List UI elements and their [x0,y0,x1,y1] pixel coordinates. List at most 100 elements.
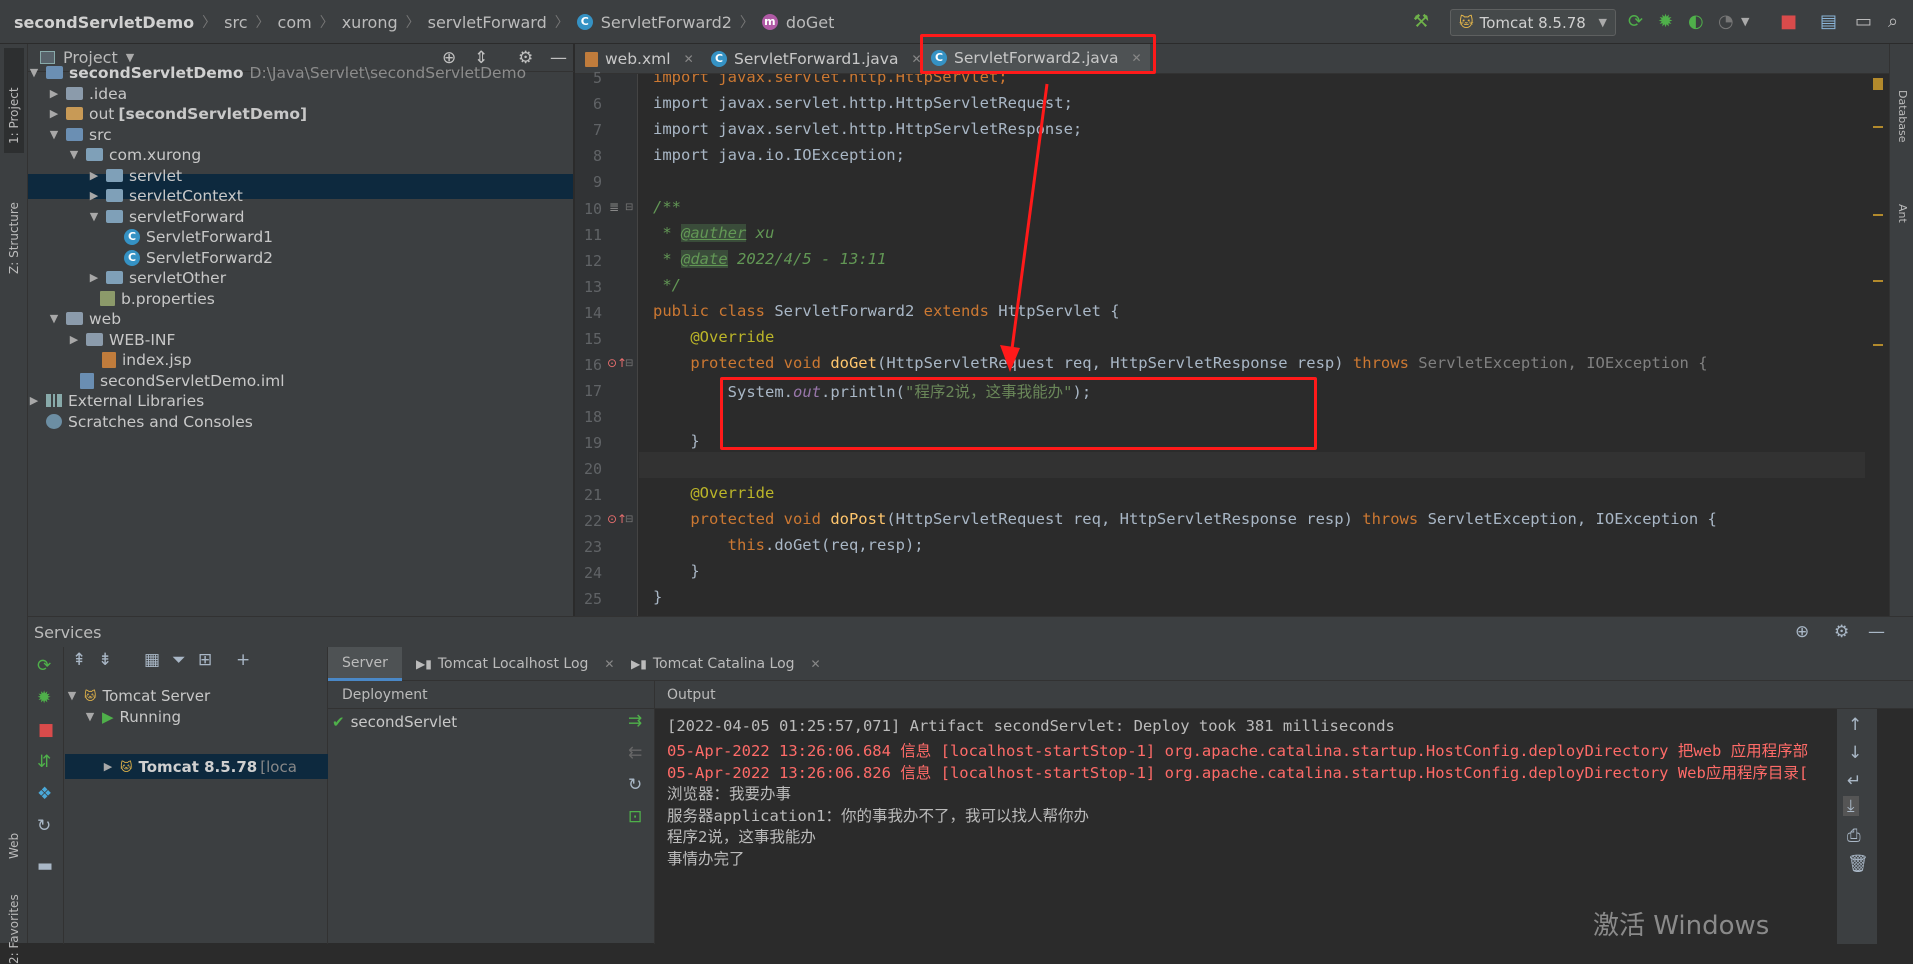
warning-marker[interactable] [1873,344,1883,346]
collapsed-arrow-icon[interactable]: ▶ [48,107,60,120]
down-arrow-icon[interactable]: ↓ [1848,743,1862,763]
deployment-item[interactable]: ✔ secondServlet [332,709,457,734]
collapsed-arrow-icon[interactable]: ▶ [48,87,60,100]
activation-watermark: 激活 Windows [1593,911,1770,941]
code-editor[interactable]: import javax.servlet.http.HttpServlet; i… [639,74,1865,616]
trash-icon[interactable]: 🗑 [1847,854,1869,874]
project-structure-icon[interactable]: ▤ [1820,12,1837,32]
minimize-icon[interactable]: — [550,48,567,68]
breadcrumb-xurong[interactable]: xurong [342,13,398,32]
refresh-icon[interactable]: ↻ [37,816,51,836]
add-service-icon[interactable]: + [236,650,250,670]
layout-icon[interactable]: ▬ [37,856,53,876]
warning-indicator-icon[interactable] [1873,78,1883,90]
class-icon: C [124,228,140,245]
project-tool-label[interactable]: 1: Project [7,87,21,144]
rerun-icon[interactable]: ⟳ [1628,12,1643,32]
close-icon[interactable]: ✕ [811,657,821,671]
root-path: D:\Java\Servlet\secondServletDemo [249,63,527,82]
favorites-tool-label[interactable]: 2: Favorites [7,894,21,964]
artifact-icon[interactable]: ❖ [37,784,52,804]
tree-node-scratches[interactable]: Scratches and Consoles [46,409,253,434]
expanded-arrow-icon[interactable]: ▼ [48,128,60,141]
line-number: 23 [583,538,602,556]
tree-node-tomcat-instance[interactable]: ▶ 🐱 Tomcat 8.5.78 [loca [102,754,297,779]
editor-error-stripe[interactable] [1865,74,1889,616]
refresh-icon[interactable]: ↻ [628,775,642,795]
profile-icon[interactable]: ◔ [1718,12,1734,32]
hammer-build-icon[interactable]: ⚒ [1413,12,1429,32]
deploy-all-icon[interactable]: ⇉ [628,711,642,731]
collapsed-arrow-icon[interactable]: ▶ [88,189,100,202]
deployment-item-label: secondServlet [350,712,458,731]
debug-icon[interactable]: ✹ [37,688,51,708]
database-tool-label[interactable]: Database [1896,90,1909,174]
breadcrumb-class[interactable]: ServletForward2 [601,13,732,32]
documentation-icon[interactable]: ≣ [609,200,619,214]
new-tab-icon[interactable]: ⊞ [198,650,212,670]
breadcrumb-method[interactable]: doGet [786,13,834,32]
tab-tomcat-localhost-log[interactable]: ▶▮ Tomcat Localhost Log ✕ [416,647,614,681]
deploy-new-icon[interactable]: ⊡ [628,807,642,827]
collapsed-arrow-icon[interactable]: ▶ [28,394,40,407]
rerun-icon[interactable]: ⟳ [37,656,51,676]
tab-tomcat-catalina-log[interactable]: ▶▮ Tomcat Catalina Log ✕ [631,647,821,681]
collapsed-arrow-icon[interactable]: ▶ [68,333,80,346]
fold-icon[interactable]: ⊟ [625,358,633,369]
soft-wrap-icon[interactable]: ↵ [1847,771,1861,791]
more-run-dropdown-icon[interactable]: ▼ [1741,12,1749,32]
code-line-25: } [653,588,662,606]
expanded-arrow-icon[interactable]: ▼ [48,312,60,325]
breadcrumb-project[interactable]: secondServletDemo [14,13,194,32]
coverage-icon[interactable]: ◐ [1688,12,1704,32]
close-icon[interactable]: ✕ [684,52,694,66]
breadcrumb-com[interactable]: com [278,13,312,32]
search-everywhere-icon[interactable]: ⌕ [1888,12,1898,32]
group-by-icon[interactable]: ▦ [144,650,160,670]
stop-icon[interactable]: ■ [38,720,54,740]
stop-icon[interactable]: ■ [1780,12,1797,32]
up-arrow-icon[interactable]: ↑ [1848,715,1862,735]
expanded-arrow-icon[interactable]: ▼ [84,710,96,723]
run-configuration-select[interactable]: 🐱 Tomcat 8.5.78 ▼ [1450,9,1616,36]
line-number: 20 [583,460,602,478]
warning-marker[interactable] [1873,126,1883,128]
minimize-icon[interactable]: — [1868,622,1885,642]
tab-servletforward1[interactable]: C ServletForward1.java ✕ [703,44,930,74]
web-tool-label[interactable]: Web [7,833,21,859]
tab-server[interactable]: Server [328,647,402,681]
tree-label: com.xurong [109,145,202,164]
breadcrumb-src[interactable]: src [224,13,247,32]
close-icon[interactable]: ✕ [604,657,614,671]
fold-icon[interactable]: ⊟ [625,202,633,213]
code-text: * [653,250,681,268]
structure-tool-label[interactable]: Z: Structure [7,202,21,274]
expanded-arrow-icon[interactable]: ▼ [66,689,78,702]
collapsed-arrow-icon[interactable]: ▶ [88,169,100,182]
fold-icon[interactable]: ⊟ [625,514,633,525]
presentation-icon[interactable]: ▭ [1855,12,1872,32]
expanded-arrow-icon[interactable]: ▼ [68,148,80,161]
filter-icon[interactable]: ⏷ [172,650,186,670]
collapsed-arrow-icon[interactable]: ▶ [102,760,114,773]
tree-node-running[interactable]: ▼ ▶ Running [84,704,181,729]
undeploy-icon[interactable]: ⇇ [628,743,642,763]
tree-label-tag: [secondServletDemo] [118,104,308,123]
globe-icon[interactable]: ⊕ [1795,622,1809,642]
ant-tool-label[interactable]: Ant [1896,204,1909,223]
collapsed-arrow-icon[interactable]: ▶ [88,271,100,284]
scroll-to-end-icon[interactable]: ⤓ [1843,796,1859,816]
breadcrumb-servletforward[interactable]: servletForward [428,13,547,32]
warning-marker[interactable] [1873,280,1883,282]
code-text: ServletException, IOException { [1427,510,1717,528]
warning-marker[interactable] [1873,214,1883,216]
expanded-arrow-icon[interactable]: ▼ [28,66,40,79]
expanded-arrow-icon[interactable]: ▼ [88,210,100,223]
print-icon[interactable]: ⎙ [1847,826,1861,846]
gear-icon[interactable]: ⚙ [1834,622,1849,642]
expand-all-icon[interactable]: ⇞ [72,650,86,670]
collapse-all-icon[interactable]: ⇟ [98,650,112,670]
deploy-icon[interactable]: ⇵ [37,752,51,772]
debug-icon[interactable]: ✹ [1658,12,1673,32]
tree-label: servletForward [129,207,245,226]
